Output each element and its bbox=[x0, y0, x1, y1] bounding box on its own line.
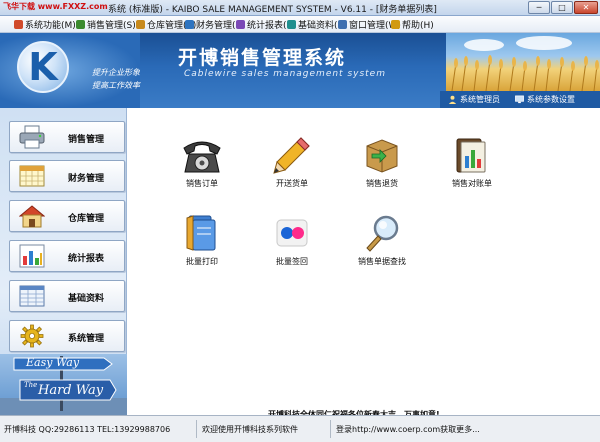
house-icon bbox=[19, 205, 45, 228]
binder-chart-icon bbox=[456, 138, 486, 173]
pencil-icon bbox=[273, 137, 310, 174]
telephone-icon bbox=[183, 141, 221, 173]
window-icon bbox=[338, 20, 347, 29]
return-box-icon bbox=[366, 139, 398, 173]
tile-sales-order-label: 销售订单 bbox=[186, 179, 218, 188]
system-settings-link[interactable]: 系统参数设置 bbox=[515, 94, 575, 105]
menu-sales[interactable]: 销售管理(S) bbox=[76, 18, 136, 31]
status-divider bbox=[196, 420, 197, 438]
menu-help[interactable]: 帮助(H) bbox=[391, 18, 434, 31]
app-title: 开博销售管理系统 bbox=[178, 47, 347, 69]
sidebar-item-system-label: 系统管理 bbox=[68, 334, 105, 344]
status-login-link[interactable]: 登录http://www.coerp.com获取更多... bbox=[336, 424, 480, 436]
close-button[interactable]: ✕ bbox=[574, 1, 598, 14]
basic-data-icon bbox=[287, 20, 296, 29]
menu-help-label: 帮助(H) bbox=[402, 21, 434, 31]
sales-icon bbox=[76, 20, 85, 29]
data-grid-icon bbox=[19, 285, 45, 307]
report-icon bbox=[236, 20, 245, 29]
tile-sales-statement[interactable]: 销售对账单 bbox=[432, 134, 512, 196]
road-sign-image: Easy Way The Hard Way bbox=[0, 354, 127, 415]
gear-icon bbox=[20, 324, 44, 348]
tile-batch-print[interactable]: 批量打印 bbox=[162, 212, 242, 274]
sidebar-item-basic-data[interactable]: 基础资料 bbox=[9, 280, 125, 312]
slogan-line-2: 提高工作效率 bbox=[92, 81, 140, 90]
menu-bar: 系统功能(M) 销售管理(S) 仓库管理(C) 财务管理(F) 统计报表(R) … bbox=[0, 16, 600, 33]
sign-the: The bbox=[24, 381, 38, 389]
tile-batch-print-label: 批量打印 bbox=[186, 257, 218, 266]
tile-sales-statement-label: 销售对账单 bbox=[452, 179, 492, 188]
sidebar-item-finance[interactable]: 财务管理 bbox=[9, 160, 125, 192]
help-icon bbox=[391, 20, 400, 29]
tile-sales-doc-search-label: 销售单据查找 bbox=[358, 257, 406, 266]
magnifier-icon bbox=[366, 215, 399, 252]
tile-sales-doc-search[interactable]: 销售单据查找 bbox=[342, 212, 422, 274]
minimize-button[interactable]: ─ bbox=[528, 1, 550, 14]
window-title: 系统 (标准版) - KAIBO SALE MANAGEMENT SYSTEM … bbox=[108, 5, 437, 15]
slogan-line-1: 提升企业形象 bbox=[92, 68, 140, 77]
dots-icon bbox=[276, 219, 308, 247]
menu-sales-label: 销售管理(S) bbox=[87, 21, 136, 31]
sidebar-item-warehouse[interactable]: 仓库管理 bbox=[9, 200, 125, 232]
header-banner: K 提升企业形象 提高工作效率 开博销售管理系统 Cablewire sales… bbox=[0, 33, 600, 108]
folder-print-icon bbox=[186, 215, 216, 251]
current-user-label: 系统管理员 bbox=[460, 95, 500, 104]
menu-system-label: 系统功能(M) bbox=[25, 21, 76, 31]
wheat-field-image bbox=[446, 33, 600, 91]
window-title-bar[interactable]: 飞华下载 www.FXXZ.com 系统 (标准版) - KAIBO SALE … bbox=[0, 0, 600, 16]
monitor-icon bbox=[515, 95, 524, 104]
tile-batch-signback[interactable]: 批量签回 bbox=[252, 212, 332, 274]
system-settings-label: 系统参数设置 bbox=[527, 95, 575, 104]
status-divider bbox=[330, 420, 331, 438]
sidebar-item-finance-label: 财务管理 bbox=[68, 174, 105, 184]
site-watermark: 飞华下载 www.FXXZ.com bbox=[3, 2, 108, 11]
sidebar-item-report[interactable]: 统计报表 bbox=[9, 240, 125, 272]
sidebar-item-report-label: 统计报表 bbox=[68, 254, 105, 264]
sign-hard-way: Hard Way bbox=[38, 383, 104, 398]
tile-batch-signback-label: 批量签回 bbox=[276, 257, 308, 266]
current-user[interactable]: 系统管理员 bbox=[448, 94, 500, 105]
tile-delivery-note-label: 开送货单 bbox=[276, 179, 308, 188]
finance-icon bbox=[185, 20, 194, 29]
logo-letter: K bbox=[28, 45, 58, 89]
user-icon bbox=[448, 95, 457, 104]
sign-easy-way: Easy Way bbox=[26, 356, 80, 369]
menu-system[interactable]: 系统功能(M) bbox=[14, 18, 76, 31]
calendar-grid-icon bbox=[19, 165, 45, 187]
sidebar-item-warehouse-label: 仓库管理 bbox=[68, 214, 105, 224]
user-info-bar: 系统管理员 系统参数设置 bbox=[440, 91, 600, 108]
bar-chart-icon bbox=[19, 244, 45, 268]
tile-sales-order[interactable]: 销售订单 bbox=[162, 134, 242, 196]
sidebar: 销售管理 财务管理 仓库管理 统计报表 基础资料 系统管理 Easy Way T… bbox=[0, 108, 127, 415]
status-welcome: 欢迎使用开博科技系列软件 bbox=[202, 425, 298, 434]
status-bar: 开博科技 QQ:29286113 TEL:13929988706 欢迎使用开博科… bbox=[0, 415, 600, 442]
tile-sales-return-label: 销售退货 bbox=[366, 179, 398, 188]
status-contact: 开博科技 QQ:29286113 TEL:13929988706 bbox=[4, 425, 171, 434]
printer-icon bbox=[19, 125, 45, 149]
sidebar-item-system[interactable]: 系统管理 bbox=[9, 320, 125, 352]
sidebar-item-sales-label: 销售管理 bbox=[68, 135, 105, 145]
warehouse-icon bbox=[136, 20, 145, 29]
tile-sales-return[interactable]: 销售退货 bbox=[342, 134, 422, 196]
system-icon bbox=[14, 20, 23, 29]
app-subtitle: Cablewire sales management system bbox=[184, 69, 386, 79]
tile-delivery-note[interactable]: 开送货单 bbox=[252, 134, 332, 196]
main-panel: 销售订单 开送货单 销售退货 销售对账单 批量打印 批量签回 销售单据查找 bbox=[128, 108, 600, 419]
sidebar-item-sales[interactable]: 销售管理 bbox=[9, 121, 125, 153]
maximize-button[interactable]: □ bbox=[551, 1, 573, 14]
sidebar-item-basic-data-label: 基础资料 bbox=[68, 294, 105, 304]
